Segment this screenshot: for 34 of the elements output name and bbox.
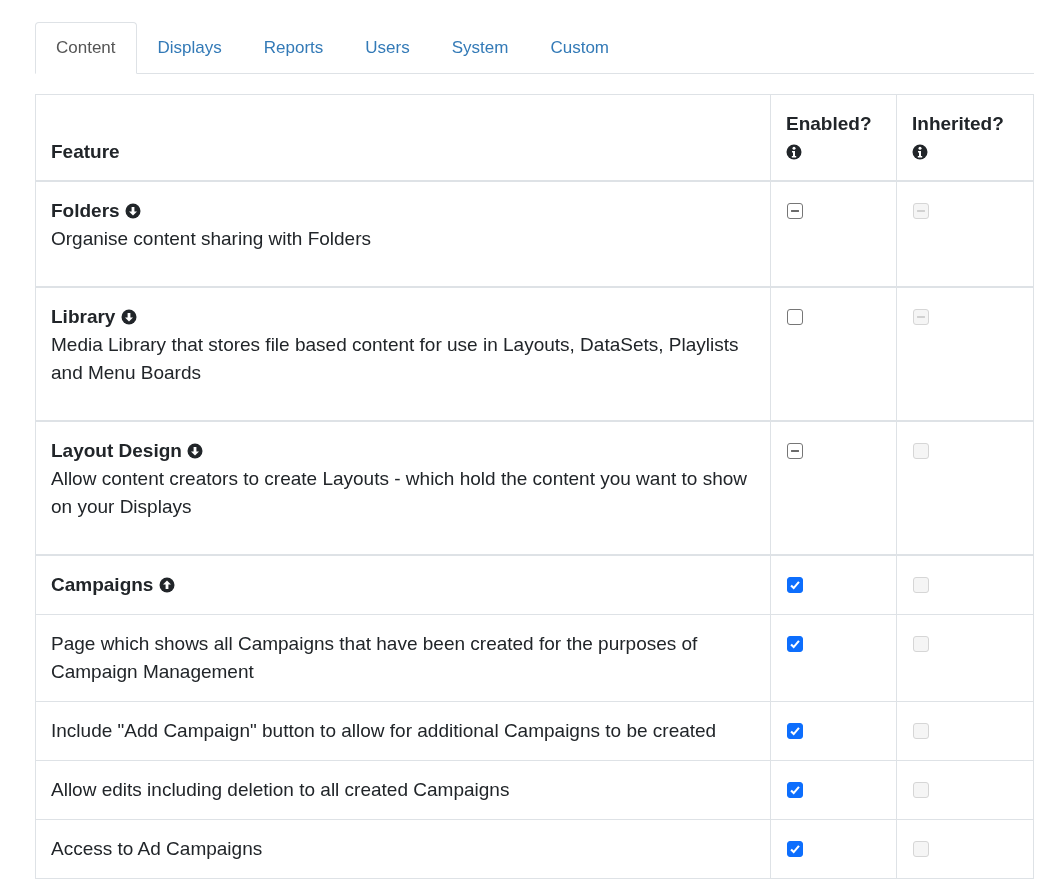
feature-description: Page which shows all Campaigns that have been created for the purposes of Campaign Management [51, 631, 699, 684]
tab[interactable]: Displays [136, 22, 243, 74]
feature-description: Include "Add Campaign" button to allow for additional Campaigns to be created [51, 718, 718, 743]
feature-title: Campaigns [51, 573, 154, 595]
column-header: Feature [51, 140, 120, 162]
checkbox[interactable] [787, 840, 803, 857]
tab[interactable]: Reports [242, 22, 345, 74]
info-icon[interactable] [786, 143, 802, 160]
checkbox[interactable] [787, 722, 803, 739]
checkbox[interactable] [787, 202, 803, 219]
feature-description: Allow edits including deletion to all created Campaigns [51, 777, 511, 802]
checkbox[interactable] [787, 576, 803, 593]
tab[interactable]: Users [344, 22, 431, 74]
column-header: Inherited? [912, 112, 1004, 134]
arrow-down-circle-icon[interactable] [124, 202, 141, 219]
arrow-down-circle-icon[interactable] [187, 442, 204, 459]
feature-title: Layout Design [51, 439, 182, 461]
tab[interactable]: Custom [529, 22, 630, 74]
feature-title: Folders [51, 199, 120, 221]
column-header: Enabled? [786, 112, 872, 134]
feature-title: Library [51, 305, 116, 327]
checkbox[interactable] [787, 442, 803, 459]
feature-description: Allow content creators to create Layouts - which hold the content you want to show on your Displays [51, 466, 748, 519]
feature-description: Access to Ad Campaigns [51, 836, 264, 861]
tab[interactable]: System [430, 22, 530, 74]
checkbox[interactable] [787, 308, 803, 325]
checkbox[interactable] [787, 635, 803, 652]
checkbox[interactable] [787, 781, 803, 798]
feature-description: Organise content sharing with Folders [51, 226, 372, 251]
info-icon[interactable] [912, 143, 928, 160]
feature-description: Media Library that stores file based content for use in Layouts, DataSets, Playlists and Menu Boards [51, 332, 740, 385]
tab[interactable]: Content [35, 22, 137, 74]
arrow-up-circle-icon[interactable] [158, 576, 175, 593]
arrow-down-circle-icon[interactable] [120, 308, 137, 325]
